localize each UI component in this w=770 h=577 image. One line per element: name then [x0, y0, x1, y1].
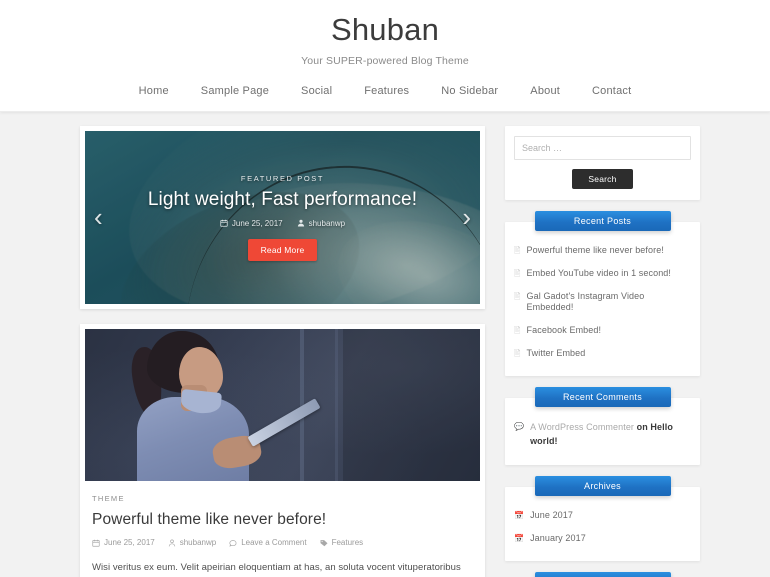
main-navigation: Home Sample Page Social Features No Side…	[0, 82, 770, 112]
widget-recent-comments: Recent Comments 💬 A WordPress Commenter …	[505, 386, 700, 465]
archive-label: June 2017	[530, 510, 574, 521]
widget-archives: Archives 📅 June 2017 📅 January 2017	[505, 475, 700, 562]
featured-post-title[interactable]: Light weight, Fast performance!	[148, 189, 417, 212]
nav-item-features[interactable]: Features	[348, 82, 425, 100]
comment-icon	[229, 539, 237, 547]
recent-post-label: Powerful theme like never before!	[526, 245, 664, 256]
nav-item-sample-page[interactable]: Sample Page	[185, 82, 285, 100]
widget-recent-posts: Recent Posts 🖹 Powerful theme like never…	[505, 210, 700, 376]
post-tag[interactable]: Features	[320, 538, 364, 548]
search-submit-button[interactable]: Search	[572, 168, 633, 189]
page-wrapper: ‹ › FEATURED POST Light weight, Fast per…	[0, 112, 770, 577]
slider-next-icon[interactable]: ›	[462, 204, 471, 230]
widget-title-categories: Categories	[534, 572, 671, 577]
recent-post-label: Gal Gadot's Instagram Video Embedded!	[526, 290, 645, 313]
post-excerpt: Wisi veritus ex eum. Velit apeirian eloq…	[92, 562, 461, 574]
list-item[interactable]: 🖹 Embed YouTube video in 1 second!	[514, 262, 691, 285]
calendar-icon	[220, 219, 228, 227]
post-comments-text: Leave a Comment	[241, 538, 307, 548]
widget-title-archives: Archives	[534, 475, 671, 496]
featured-post-author: shubanwp	[297, 219, 345, 228]
post-card: THEME Powerful theme like never before! …	[80, 323, 485, 577]
site-tagline: Your SUPER-powered Blog Theme	[301, 54, 469, 67]
nav-item-about[interactable]: About	[514, 82, 576, 100]
post-category[interactable]: THEME	[92, 494, 473, 503]
post-title[interactable]: Powerful theme like never before!	[92, 510, 473, 529]
site-title: Shuban	[330, 12, 440, 47]
nav-item-home[interactable]: Home	[123, 82, 185, 100]
comment-icon: 💬	[514, 422, 525, 432]
featured-post-date: June 25, 2017	[220, 219, 283, 228]
recent-comments-list: 💬 A WordPress Commenter on Hello world!	[514, 416, 691, 454]
sidebar: Search Recent Posts 🖹 Powerful theme lik…	[505, 125, 700, 577]
search-input[interactable]	[514, 135, 691, 160]
user-icon	[297, 219, 304, 227]
archives-list: 📅 June 2017 📅 January 2017	[514, 505, 691, 550]
recent-post-label: Twitter Embed	[526, 347, 586, 358]
list-item[interactable]: 🖹 Gal Gadot's Instagram Video Embedded!	[514, 285, 691, 319]
recent-post-label: Facebook Embed!	[526, 324, 602, 335]
calendar-icon: 📅	[514, 511, 525, 521]
featured-post-date-text: June 25, 2017	[231, 218, 283, 228]
post-date-text: June 25, 2017	[104, 538, 155, 548]
document-icon: 🖹	[514, 348, 521, 358]
post-author[interactable]: shubanwp	[168, 538, 216, 547]
recent-posts-list: 🖹 Powerful theme like never before! 🖹 Em…	[514, 240, 691, 365]
post-date: June 25, 2017	[92, 538, 155, 547]
nav-item-social[interactable]: Social	[285, 82, 348, 100]
calendar-icon	[92, 539, 100, 547]
document-icon: 🖹	[514, 268, 521, 278]
calendar-icon: 📅	[514, 533, 525, 543]
nav-item-no-sidebar[interactable]: No Sidebar	[425, 82, 514, 100]
nav-item-contact[interactable]: Contact	[576, 82, 647, 100]
archive-label: January 2017	[530, 532, 586, 543]
comment-author: A WordPress Commenter	[530, 422, 635, 433]
post-author-text: shubanwp	[179, 538, 217, 548]
list-item[interactable]: 📅 January 2017	[514, 527, 691, 550]
site-header: Shuban Your SUPER-powered Blog Theme Hom…	[0, 0, 770, 112]
list-item[interactable]: 🖹 Powerful theme like never before!	[514, 240, 691, 263]
document-icon: 🖹	[514, 246, 521, 256]
slider-prev-icon[interactable]: ‹	[94, 204, 103, 230]
widget-title-recent-posts: Recent Posts	[534, 210, 671, 231]
post-tag-text: Features	[331, 538, 364, 548]
read-more-button[interactable]: Read More	[247, 238, 318, 261]
widget-search: Search	[505, 125, 700, 200]
main-content: ‹ › FEATURED POST Light weight, Fast per…	[80, 125, 485, 577]
featured-post-slider: ‹ › FEATURED POST Light weight, Fast per…	[80, 125, 485, 309]
featured-post-meta: June 25, 2017 shubanwp	[220, 219, 345, 228]
document-icon: 🖹	[514, 325, 521, 335]
post-comments[interactable]: Leave a Comment	[229, 538, 307, 548]
post-meta: June 25, 2017 shubanwp Leave a Comment F…	[92, 538, 473, 547]
list-item[interactable]: 🖹 Twitter Embed	[514, 342, 691, 365]
list-item[interactable]: 📅 June 2017	[514, 505, 691, 528]
widget-title-recent-comments: Recent Comments	[534, 386, 671, 407]
user-icon	[168, 539, 175, 546]
featured-post-kicker: FEATURED POST	[240, 173, 325, 183]
list-item[interactable]: 🖹 Facebook Embed!	[514, 319, 691, 342]
document-icon: 🖹	[514, 291, 521, 301]
tag-icon	[320, 539, 328, 546]
post-featured-image[interactable]	[85, 328, 480, 481]
recent-post-label: Embed YouTube video in 1 second!	[526, 267, 672, 278]
list-item[interactable]: 💬 A WordPress Commenter on Hello world!	[514, 416, 691, 454]
featured-post-author-text: shubanwp	[308, 218, 346, 228]
